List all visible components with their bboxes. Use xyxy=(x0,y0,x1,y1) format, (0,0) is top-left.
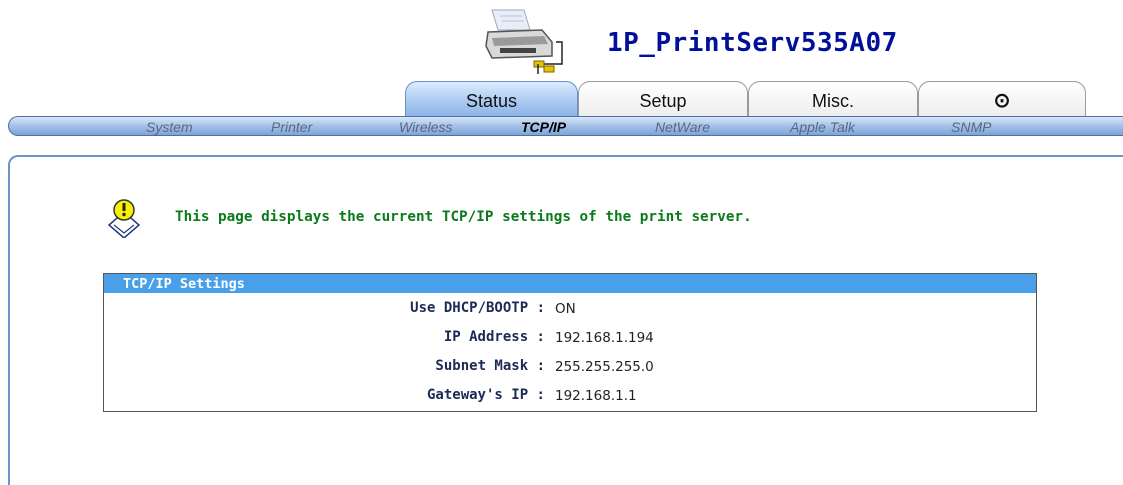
device-title: 1P_PrintServ535A07 xyxy=(607,28,898,58)
tab-status[interactable]: Status xyxy=(405,81,578,119)
subnav-item-system[interactable]: System xyxy=(146,119,193,135)
lightbulb-info-icon xyxy=(107,199,141,238)
row-value: 192.168.1.194 xyxy=(555,330,654,346)
table-row: Use DHCP/BOOTP : ON xyxy=(104,300,1036,324)
row-value: ON xyxy=(555,301,576,317)
subnav-item-netware[interactable]: NetWare xyxy=(655,119,710,135)
power-icon: ⊙ xyxy=(993,90,1011,112)
row-label: Use DHCP/BOOTP : xyxy=(410,300,545,316)
row-value: 192.168.1.1 xyxy=(555,388,637,404)
tab-setup[interactable]: Setup xyxy=(578,81,748,119)
tab-status-label: Status xyxy=(465,91,518,111)
tcpip-settings-table: TCP/IP Settings Use DHCP/BOOTP : ON IP A… xyxy=(103,273,1037,412)
row-label: IP Address : xyxy=(443,329,545,345)
row-label: Subnet Mask : xyxy=(435,358,545,374)
tab-setup-label: Setup xyxy=(639,91,687,111)
row-value: 255.255.255.0 xyxy=(555,359,654,375)
table-row: Gateway's IP : 192.168.1.1 xyxy=(104,387,1036,411)
table-row: Subnet Mask : 255.255.255.0 xyxy=(104,358,1036,382)
tab-misc-label: Misc. xyxy=(812,91,854,111)
printer-icon xyxy=(485,9,563,74)
tab-misc[interactable]: Misc. xyxy=(748,81,918,119)
row-label: Gateway's IP : xyxy=(426,387,545,403)
subnav-item-snmp[interactable]: SNMP xyxy=(951,119,991,135)
table-row: IP Address : 192.168.1.194 xyxy=(104,329,1036,353)
subnav-item-tcpip[interactable]: TCP/IP xyxy=(521,119,566,135)
subnav-item-appletalk[interactable]: Apple Talk xyxy=(790,119,855,135)
info-message: This page displays the current TCP/IP se… xyxy=(175,209,752,225)
subnav-item-printer[interactable]: Printer xyxy=(271,119,312,135)
settings-header: TCP/IP Settings xyxy=(104,274,1036,293)
subnav-bar: System Printer Wireless TCP/IP NetWare A… xyxy=(8,116,1123,136)
tab-power[interactable]: ⊙ xyxy=(918,81,1086,119)
subnav-item-wireless[interactable]: Wireless xyxy=(399,119,453,135)
